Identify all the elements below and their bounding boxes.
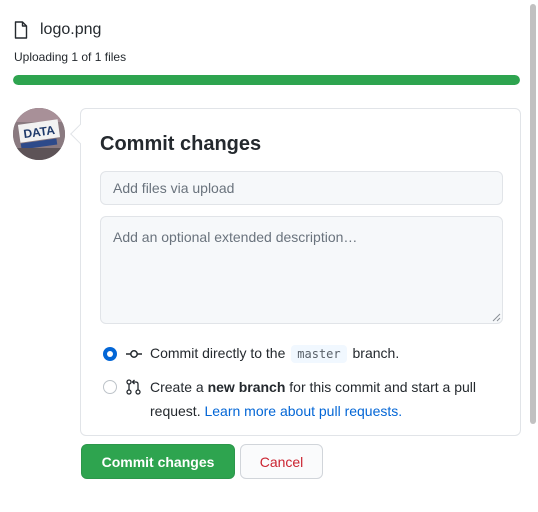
avatar: DATA [13,108,65,160]
option-commit-directly[interactable]: Commit directly to the master branch. [103,343,399,364]
radio-new-branch[interactable] [103,380,117,394]
cancel-button[interactable]: Cancel [240,444,323,479]
avatar-image: DATA [13,108,65,160]
scrollbar-thumb[interactable] [530,4,536,424]
file-name: logo.png [40,21,102,38]
git-commit-icon [126,349,142,358]
commit-changes-button[interactable]: Commit changes [81,444,235,479]
option-direct-suffix: branch. [352,345,400,361]
option-new-branch[interactable]: Create a new branch for this commit and … [103,375,510,423]
commit-summary-input[interactable] [100,171,503,205]
resize-grip-icon[interactable] [491,312,501,322]
file-icon [14,21,28,39]
branch-name-chip: master [291,345,347,363]
commit-changes-panel: Commit changes Commit directly to the ma… [70,108,521,436]
commit-title: Commit changes [100,133,262,155]
upload-progress-bar [13,75,520,85]
upload-progress-fill [13,75,520,85]
uploaded-file-row: logo.png [14,20,101,40]
radio-commit-directly[interactable] [103,346,117,361]
git-pull-request-icon [126,379,141,395]
option-direct-prefix: Commit directly to the [150,345,286,361]
commit-description-textarea[interactable] [100,216,503,324]
option-new-bold: new branch [207,379,286,395]
learn-more-link[interactable]: Learn more about pull requests. [204,403,402,419]
scrollbar[interactable] [527,0,538,512]
option-new-prefix: Create a [150,379,204,395]
upload-status-text: Uploading 1 of 1 files [14,50,127,64]
